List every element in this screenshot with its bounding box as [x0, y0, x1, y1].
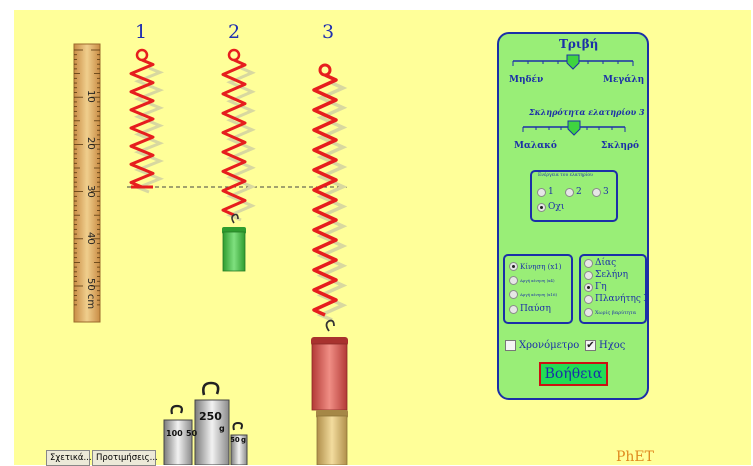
- motion-option-normal[interactable]: Κίνηση (x1): [509, 262, 561, 271]
- spring-3[interactable]: [312, 63, 348, 322]
- gold-mass[interactable]: [316, 410, 348, 465]
- gravity-radio-none[interactable]: [584, 308, 593, 317]
- friction-slider-thumb[interactable]: [566, 54, 580, 70]
- gravity-option-planet-x-label: Πλανήτης Χ: [595, 294, 647, 304]
- weight-label-250: 250: [199, 410, 222, 423]
- spring-label-1: 1: [135, 21, 148, 43]
- energy-option-2[interactable]: 2: [565, 187, 582, 197]
- spring-2[interactable]: [221, 48, 256, 222]
- gravity-group: Δίας Σελήνη Γη Πλανήτης Χ Χωρίς βαρύτητα: [579, 254, 647, 324]
- ruler-tick-50cm: 50 cm: [85, 278, 96, 309]
- weight-label-g-small: g: [241, 436, 246, 444]
- ruler-tick-10: 10: [85, 90, 96, 103]
- motion-radio-slow16[interactable]: [509, 290, 518, 299]
- sound-checkbox[interactable]: ✔ Ηχος: [585, 340, 625, 351]
- weight-label-50: 50: [186, 429, 198, 438]
- stiffness-slider[interactable]: [519, 118, 629, 138]
- gravity-option-jupiter[interactable]: Δίας: [584, 258, 616, 268]
- ruler-tick-40: 40: [85, 232, 96, 245]
- friction-max-label: Μεγάλη: [603, 75, 645, 85]
- energy-title: Ενέργεια του ελατηρίου: [538, 173, 593, 178]
- energy-radio-1[interactable]: [537, 187, 546, 197]
- friction-min-label: Μηδέν: [509, 75, 544, 85]
- green-mass[interactable]: [222, 213, 246, 272]
- motion-option-slow16[interactable]: Αργή κίνηση (x16): [509, 290, 557, 299]
- motion-radio-normal[interactable]: [509, 262, 518, 271]
- motion-group: Κίνηση (x1) Αργή κίνηση (x4) Αργή κίνηση…: [503, 254, 573, 324]
- energy-option-3[interactable]: 3: [592, 187, 609, 197]
- sound-check-box[interactable]: ✔: [585, 340, 596, 351]
- weight-label-g: g: [219, 424, 225, 433]
- motion-option-pause-label: Παύση: [520, 304, 551, 314]
- ruler-tick-20: 20: [85, 137, 96, 150]
- motion-option-slow16-label: Αργή κίνηση (x16): [520, 292, 558, 297]
- motion-option-normal-label: Κίνηση (x1): [520, 262, 562, 271]
- gravity-option-none[interactable]: Χωρίς βαρύτητα: [584, 308, 636, 317]
- energy-group: Ενέργεια του ελατηρίου 1 2 3 Οχι: [530, 170, 618, 222]
- energy-option-none-label: Οχι: [548, 202, 565, 212]
- stiffness-title: Σκληρότητα ελατηρίου 3: [529, 107, 645, 117]
- stopwatch-check-box[interactable]: [505, 340, 516, 351]
- gravity-option-earth[interactable]: Γη: [584, 282, 607, 292]
- energy-option-2-label: 2: [576, 187, 582, 197]
- weight-set[interactable]: 250 100 g 50 50 g: [163, 381, 248, 465]
- ruler[interactable]: 10 20 30 40 50 cm: [73, 43, 101, 323]
- weight-label-50-small: 50: [230, 436, 240, 444]
- motion-option-pause[interactable]: Παύση: [509, 304, 551, 314]
- gravity-option-moon-label: Σελήνη: [595, 270, 628, 280]
- friction-title: Τριβή: [559, 37, 599, 51]
- weight-label-100: 100: [166, 429, 183, 438]
- stopwatch-checkbox[interactable]: Χρονόμετρο: [505, 340, 579, 351]
- gravity-radio-moon[interactable]: [584, 270, 593, 280]
- preferences-button[interactable]: Προτιμήσεις...: [92, 450, 158, 466]
- spring-1[interactable]: [129, 48, 165, 194]
- spring-label-2: 2: [228, 21, 241, 43]
- gravity-option-none-label: Χωρίς βαρύτητα: [595, 309, 637, 316]
- energy-option-3-label: 3: [603, 187, 609, 197]
- energy-option-1[interactable]: 1: [537, 187, 554, 197]
- stiffness-slider-thumb[interactable]: [567, 120, 581, 136]
- energy-option-1-label: 1: [548, 187, 554, 197]
- friction-slider[interactable]: [509, 51, 637, 73]
- gravity-option-planet-x[interactable]: Πλανήτης Χ: [584, 294, 647, 304]
- ruler-tick-30: 30: [85, 185, 96, 198]
- gravity-radio-jupiter[interactable]: [584, 258, 593, 268]
- phet-logo[interactable]: PhET: [616, 449, 654, 465]
- energy-option-none[interactable]: Οχι: [537, 202, 564, 212]
- gravity-option-moon[interactable]: Σελήνη: [584, 270, 628, 280]
- gravity-radio-planet-x[interactable]: [584, 294, 593, 304]
- motion-radio-slow4[interactable]: [509, 276, 518, 285]
- motion-option-slow4-label: Αργή κίνηση (x4): [520, 278, 555, 283]
- stiffness-max-label: Σκληρό: [601, 141, 639, 151]
- gravity-option-jupiter-label: Δίας: [595, 258, 617, 268]
- stopwatch-label: Χρονόμετρο: [519, 340, 580, 351]
- energy-radio-none[interactable]: [537, 202, 546, 212]
- gravity-option-earth-label: Γη: [595, 282, 607, 292]
- spring-label-3: 3: [322, 21, 335, 43]
- help-button[interactable]: Βοήθεια: [539, 362, 608, 386]
- stiffness-min-label: Μαλακό: [514, 141, 557, 151]
- control-panel: Τριβή Μηδέν Μεγάλη Σκληρότητα ελατηρίου …: [497, 32, 649, 400]
- energy-radio-2[interactable]: [565, 187, 574, 197]
- motion-radio-pause[interactable]: [509, 304, 518, 314]
- motion-option-slow4[interactable]: Αργή κίνηση (x4): [509, 276, 555, 285]
- gravity-radio-earth[interactable]: [584, 282, 593, 292]
- red-mass[interactable]: [311, 319, 348, 411]
- sound-label: Ηχος: [599, 340, 626, 351]
- about-button[interactable]: Σχετικά...: [46, 450, 92, 466]
- energy-radio-3[interactable]: [592, 187, 601, 197]
